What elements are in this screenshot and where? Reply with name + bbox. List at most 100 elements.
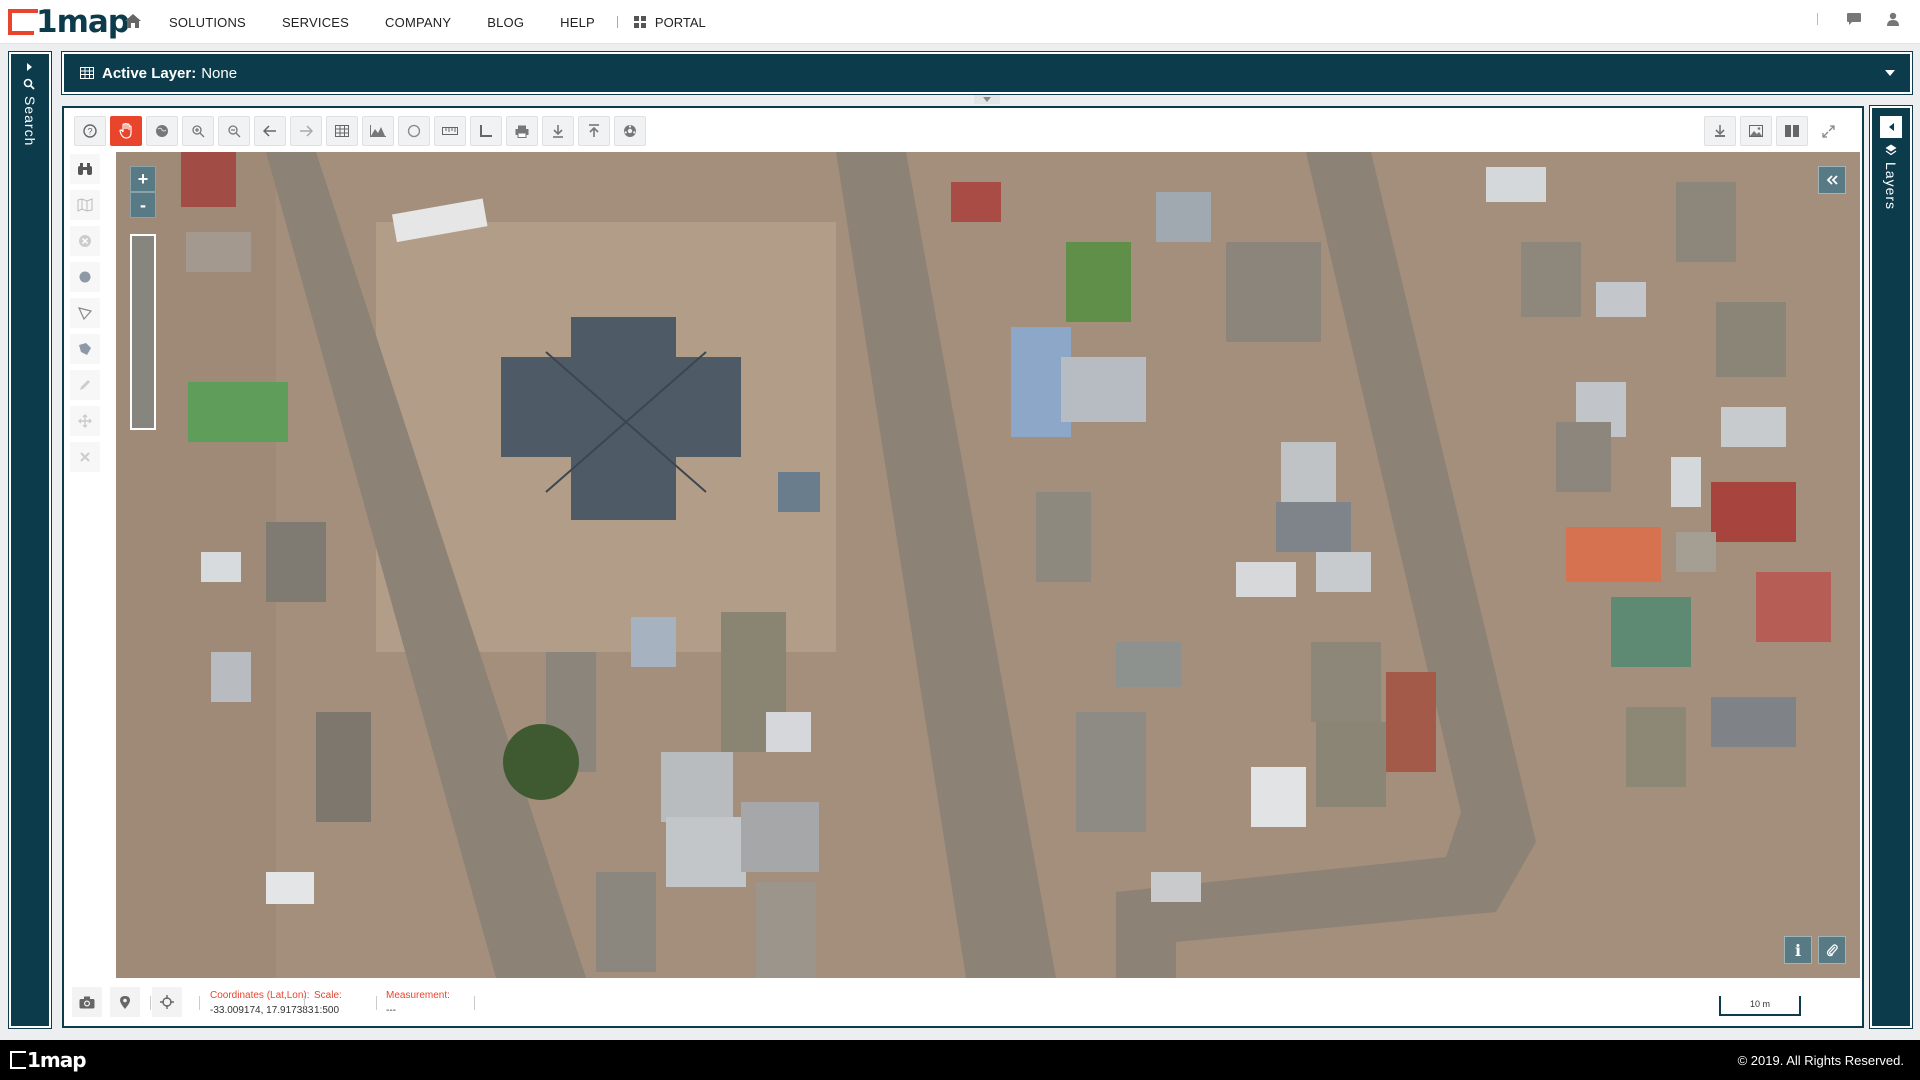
map-status-bar: Coordinates (Lat,Lon): -33.009174, 17.91… xyxy=(64,978,1862,1026)
nav-solutions[interactable]: SOLUTIONS xyxy=(169,15,246,30)
search-sidebar-label: Search xyxy=(22,96,38,147)
clear-button[interactable] xyxy=(70,226,100,256)
active-layer-value: None xyxy=(201,64,238,82)
upload-icon xyxy=(589,124,599,137)
polygon-fill-button[interactable] xyxy=(70,334,100,364)
globe-icon xyxy=(156,125,168,137)
table-button[interactable] xyxy=(326,116,358,146)
expand-arrow-icon[interactable] xyxy=(24,62,34,72)
nav-divider xyxy=(616,16,618,28)
collapse-panel-button[interactable] xyxy=(1818,166,1846,194)
angle-icon xyxy=(480,125,492,137)
export-button[interactable] xyxy=(1704,116,1736,146)
chat-icon[interactable] xyxy=(1846,12,1862,26)
circle-button[interactable] xyxy=(398,116,430,146)
map-zoom-in-button[interactable]: + xyxy=(130,166,156,192)
home-icon[interactable] xyxy=(123,11,143,31)
circle-draw-button[interactable] xyxy=(70,262,100,292)
zoom-out-icon xyxy=(228,125,241,138)
layers-sidebar-label: Layers xyxy=(1883,162,1899,211)
scale-readout: Scale: 1:500 xyxy=(314,990,342,1016)
nav-services[interactable]: SERVICES xyxy=(282,15,349,30)
back-icon xyxy=(263,125,276,137)
nav-help[interactable]: HELP xyxy=(560,15,595,30)
clear-icon xyxy=(79,235,91,247)
measurement-label: Measurement: xyxy=(386,990,450,1001)
measure-button[interactable] xyxy=(434,116,466,146)
print-icon xyxy=(515,125,529,138)
crosshair-button[interactable] xyxy=(152,987,182,1017)
circle-icon xyxy=(407,124,421,138)
map-button[interactable] xyxy=(70,190,100,220)
zoom-in-button[interactable] xyxy=(182,116,214,146)
screenshot-button[interactable] xyxy=(72,987,102,1017)
forward-button[interactable] xyxy=(290,116,322,146)
brand-logo[interactable]: 1map xyxy=(8,4,130,40)
nav-blog[interactable]: BLOG xyxy=(487,15,524,30)
nav-portal[interactable]: PORTAL xyxy=(633,15,706,30)
search-sidebar[interactable]: Search xyxy=(8,51,52,1029)
grid-icon xyxy=(633,15,646,28)
measurement-value: --- xyxy=(386,1005,396,1016)
coordinates-value: -33.009174, 17.917383 xyxy=(210,1005,314,1016)
fullscreen-button[interactable] xyxy=(1812,116,1844,146)
crosshair-icon xyxy=(160,995,174,1009)
zoom-in-icon xyxy=(192,125,205,138)
move-icon xyxy=(78,414,92,428)
export-icon xyxy=(1715,125,1725,137)
polygon-fill-icon xyxy=(79,343,91,355)
copyright-text: © 2019. All Rights Reserved. xyxy=(1737,1053,1904,1068)
attachment-button[interactable] xyxy=(1818,936,1846,964)
search-icon xyxy=(23,78,35,90)
top-navigation: 1map SOLUTIONS SERVICES COMPANY BLOG HEL… xyxy=(0,0,1920,44)
map-toolbar: ? xyxy=(74,116,650,146)
table-icon xyxy=(335,125,349,137)
scale-label: Scale: xyxy=(314,990,342,1001)
layer-bar-toggle-handle[interactable] xyxy=(974,95,1000,104)
chevron-left-icon xyxy=(1889,123,1894,131)
map-pin-icon xyxy=(120,995,130,1009)
help-button[interactable]: ? xyxy=(74,116,106,146)
map-canvas[interactable]: + - i xyxy=(116,152,1860,978)
pan-hand-icon xyxy=(119,123,132,139)
chevron-down-icon[interactable] xyxy=(1884,69,1896,77)
print-button[interactable] xyxy=(506,116,538,146)
svg-text:?: ? xyxy=(87,127,92,137)
status-divider xyxy=(199,996,200,1010)
location-button[interactable] xyxy=(110,987,140,1017)
edit-button[interactable] xyxy=(70,370,100,400)
back-button[interactable] xyxy=(254,116,286,146)
active-layer-bar[interactable]: Active Layer: None xyxy=(61,51,1913,95)
user-icon[interactable] xyxy=(1886,12,1900,26)
map-zoom-out-button[interactable]: - xyxy=(130,192,156,218)
globe-button[interactable] xyxy=(146,116,178,146)
settings-icon xyxy=(624,125,636,137)
logo-text: 1map xyxy=(36,4,130,40)
nav-company[interactable]: COMPANY xyxy=(385,15,451,30)
zoom-out-button[interactable] xyxy=(218,116,250,146)
image-button[interactable] xyxy=(1740,116,1772,146)
chart-button[interactable] xyxy=(362,116,394,146)
settings-button[interactable] xyxy=(614,116,646,146)
layers-icon xyxy=(1885,144,1897,156)
table-icon xyxy=(80,67,94,79)
zoom-slider[interactable] xyxy=(130,234,156,430)
pan-button[interactable] xyxy=(110,116,142,146)
ruler-icon xyxy=(442,127,458,135)
download-button[interactable] xyxy=(542,116,574,146)
move-button[interactable] xyxy=(70,406,100,436)
binoculars-button[interactable] xyxy=(70,154,100,184)
header-divider xyxy=(1817,13,1818,25)
upload-button[interactable] xyxy=(578,116,610,146)
footer-logo[interactable]: 1map xyxy=(10,1048,87,1072)
layers-sidebar[interactable]: Layers xyxy=(1869,105,1913,1029)
draw-tools xyxy=(70,154,100,478)
columns-button[interactable] xyxy=(1776,116,1808,146)
polygon-button[interactable] xyxy=(70,298,100,328)
angle-button[interactable] xyxy=(470,116,502,146)
delete-icon xyxy=(80,452,90,462)
layers-collapse-button[interactable] xyxy=(1880,116,1902,138)
delete-button[interactable] xyxy=(70,442,100,472)
info-button[interactable]: i xyxy=(1784,936,1812,964)
map-icon xyxy=(77,198,93,212)
